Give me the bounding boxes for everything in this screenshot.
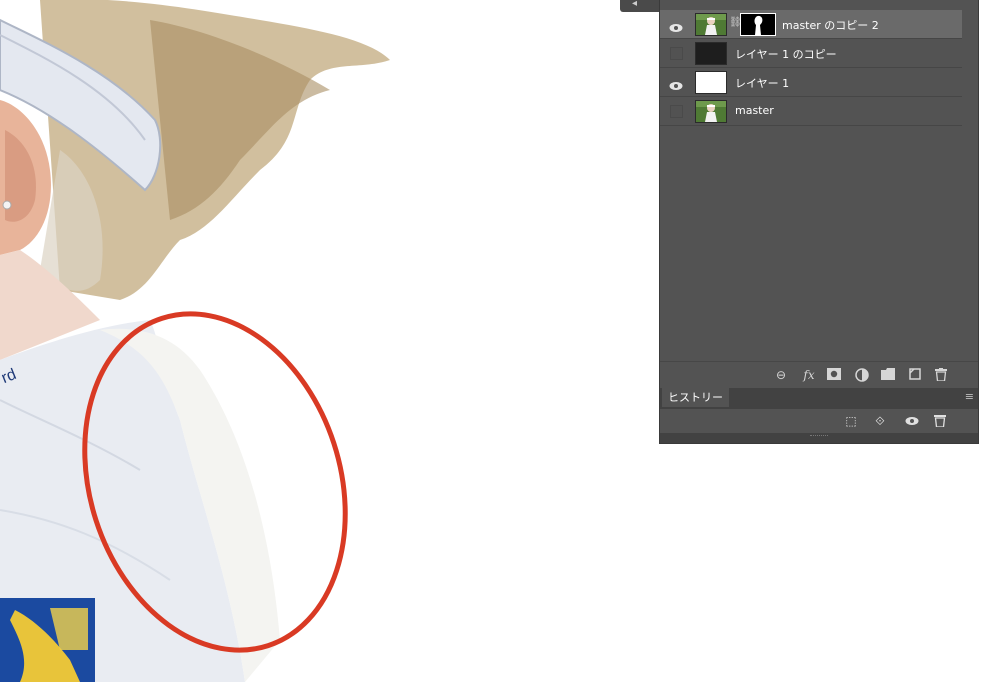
layer-name[interactable]: レイヤー 1 のコピー (735, 46, 837, 62)
layer-name[interactable]: master (735, 104, 774, 117)
layer-row[interactable]: レイヤー 1 (660, 68, 962, 97)
layer-thumbnail (695, 71, 727, 94)
resize-grip-bottom[interactable] (810, 435, 828, 439)
new-group-icon[interactable] (881, 368, 895, 382)
visibility-off-box[interactable] (670, 47, 683, 60)
layers-footer: ⊖ fx (660, 361, 978, 388)
history-toolbar: ⬚ ⟐ (660, 409, 978, 433)
visibility-eye-icon[interactable] (669, 76, 683, 90)
visibility-eye-icon[interactable] (669, 18, 683, 32)
delete-state-icon[interactable] (932, 413, 948, 429)
new-snapshot-icon[interactable]: ⟐ (872, 413, 888, 429)
add-mask-icon[interactable] (827, 368, 841, 382)
tab-history[interactable]: ヒストリー (662, 388, 729, 407)
link-layers-icon[interactable]: ⊖ (774, 368, 788, 382)
layer-name[interactable]: レイヤー 1 (735, 75, 789, 91)
new-layer-icon[interactable] (908, 368, 922, 382)
layer-row[interactable]: master (660, 97, 962, 126)
visibility-off-box[interactable] (670, 105, 683, 118)
panel-collapse-tab[interactable]: ◂ (620, 0, 660, 12)
layer-row[interactable]: レイヤー 1 のコピー (660, 39, 962, 68)
layer-mask-thumbnail[interactable] (740, 13, 776, 36)
fx-icon[interactable]: fx (802, 368, 816, 382)
layer-row[interactable]: ⛓ master のコピー 2 (660, 10, 962, 39)
layer-thumbnail (695, 13, 727, 36)
layer-thumbnail (695, 42, 727, 65)
collapse-arrow-icon: ◂ (632, 0, 638, 9)
adjustment-layer-icon[interactable] (855, 368, 869, 382)
layers-panel: ⛓ master のコピー 2 レイヤー 1 のコピー レイヤー 1 master ⊖ … (659, 0, 979, 388)
layer-name[interactable]: master のコピー 2 (782, 17, 879, 33)
visibility-icon[interactable] (904, 413, 920, 429)
layer-thumbnail (695, 100, 727, 123)
delete-layer-icon[interactable] (934, 368, 948, 382)
panel-menu-icon[interactable]: ≡ (965, 390, 974, 403)
history-panel: ヒストリー ≡ ⬚ ⟐ (659, 388, 979, 444)
new-document-from-state-icon[interactable]: ⬚ (843, 413, 859, 429)
